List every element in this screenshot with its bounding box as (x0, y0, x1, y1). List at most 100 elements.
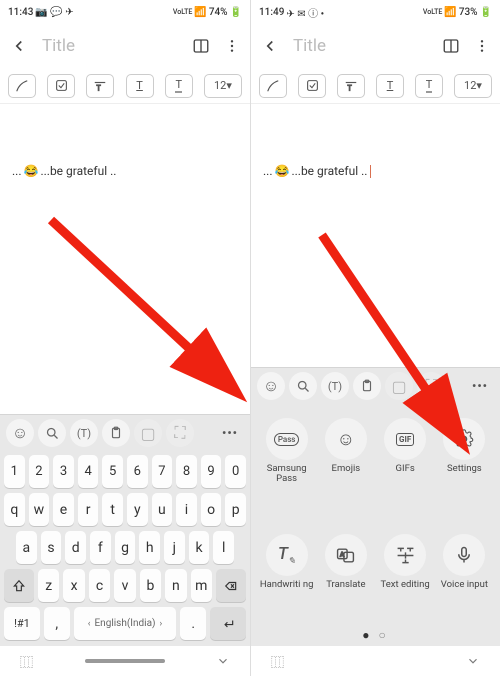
shift-key[interactable] (4, 569, 34, 602)
home-handle[interactable] (85, 659, 165, 663)
key-g[interactable]: g (115, 531, 136, 564)
note-body[interactable]: ... 😂 ...be grateful .. (251, 104, 500, 367)
key-m[interactable]: m (191, 569, 212, 602)
key-7[interactable]: 7 (152, 455, 173, 488)
key-l[interactable]: l (213, 531, 234, 564)
keyboard-more-icon[interactable]: ••• (216, 419, 244, 447)
more-icon[interactable] (474, 38, 490, 54)
space-key[interactable]: ‹ English(India) › (74, 607, 177, 640)
comma-key[interactable]: , (44, 607, 70, 640)
checkbox-button[interactable] (47, 74, 75, 98)
back-icon[interactable] (10, 37, 28, 55)
keyboard-options: PassSamsung Pass☺EmojisGIFGIFsSettings T✎… (251, 404, 500, 646)
key-v[interactable]: v (114, 569, 135, 602)
key-6[interactable]: 6 (127, 455, 148, 488)
key-e[interactable]: e (53, 493, 74, 526)
title-input[interactable]: Title (42, 36, 178, 56)
textcolor-button[interactable]: T (415, 74, 443, 98)
keyboard-panel: ☺ (T) ▢ ⛶ ••• PassSamsung Pass☺EmojisGIF… (251, 367, 500, 646)
key-c[interactable]: c (89, 569, 110, 602)
key-r[interactable]: r (78, 493, 99, 526)
svg-text:T: T (97, 84, 102, 91)
key-w[interactable]: w (29, 493, 50, 526)
key-3[interactable]: 3 (53, 455, 74, 488)
option-gifs[interactable]: GIFGIFs (378, 418, 433, 518)
option-settings[interactable]: Settings (437, 418, 492, 518)
key-8[interactable]: 8 (176, 455, 197, 488)
textcolor-button[interactable]: T (165, 74, 193, 98)
search-kbd-icon[interactable] (289, 372, 317, 400)
key-q[interactable]: q (4, 493, 25, 526)
option-translate[interactable]: ATranslate (318, 534, 373, 624)
reader-icon[interactable] (192, 37, 210, 55)
key-f[interactable]: f (90, 531, 111, 564)
key-5[interactable]: 5 (102, 455, 123, 488)
key-i[interactable]: i (176, 493, 197, 526)
key-9[interactable]: 9 (201, 455, 222, 488)
option-handwriti-ng[interactable]: T✎Handwriti ng (259, 534, 314, 624)
emoji-kbd-icon[interactable]: ☺ (6, 419, 34, 447)
clipboard-kbd-icon[interactable] (102, 419, 130, 447)
key-h[interactable]: h (139, 531, 160, 564)
clipboard-kbd-icon[interactable] (353, 372, 381, 400)
key-0[interactable]: 0 (225, 455, 246, 488)
keyboard-collapse-icon[interactable] (466, 654, 480, 668)
key-z[interactable]: z (38, 569, 59, 602)
key-x[interactable]: x (63, 569, 84, 602)
format-toolbar: T T T 12▾ (0, 68, 250, 104)
option-label: Text editing (381, 580, 430, 590)
phone-right: 11:49 ✈ ✉ ⓘ • VoLTE 📶 73% 🔋 Title T T T … (250, 0, 500, 676)
key-d[interactable]: d (65, 531, 86, 564)
page-dots[interactable]: ● ○ (259, 628, 492, 642)
textscan-kbd-icon[interactable]: (T) (70, 419, 98, 447)
reader-icon[interactable] (442, 37, 460, 55)
option-emojis[interactable]: ☺Emojis (318, 418, 373, 518)
textstyle-button[interactable]: T (86, 74, 114, 98)
keyboard-more-icon[interactable]: ••• (466, 372, 494, 400)
pen-button[interactable] (259, 74, 287, 98)
option-label: Voice input (441, 580, 488, 590)
key-b[interactable]: b (140, 569, 161, 602)
key-1[interactable]: 1 (4, 455, 25, 488)
key-s[interactable]: s (41, 531, 62, 564)
key-4[interactable]: 4 (78, 455, 99, 488)
key-t[interactable]: t (102, 493, 123, 526)
option-samsung-pass[interactable]: PassSamsung Pass (259, 418, 314, 518)
symbols-key[interactable]: !#1 (4, 607, 40, 640)
key-j[interactable]: j (164, 531, 185, 564)
mic-icon (443, 534, 485, 576)
pen-button[interactable] (8, 74, 36, 98)
enter-key[interactable] (210, 607, 246, 640)
title-input[interactable]: Title (293, 36, 428, 56)
key-o[interactable]: o (201, 493, 222, 526)
key-p[interactable]: p (225, 493, 246, 526)
more-icon[interactable] (224, 38, 240, 54)
emoji-kbd-icon[interactable]: ☺ (257, 372, 285, 400)
underline-button[interactable]: T (376, 74, 404, 98)
key-n[interactable]: n (165, 569, 186, 602)
key-a[interactable]: a (16, 531, 37, 564)
back-icon[interactable] (261, 37, 279, 55)
period-key[interactable]: . (180, 607, 206, 640)
option-text-editing[interactable]: Text editing (378, 534, 433, 624)
underline-button[interactable]: T (126, 74, 154, 98)
checkbox-button[interactable] (298, 74, 326, 98)
option-voice-input[interactable]: Voice input (437, 534, 492, 624)
key-y[interactable]: y (127, 493, 148, 526)
textstyle-button[interactable]: T (337, 74, 365, 98)
backspace-key[interactable] (216, 569, 246, 602)
phone-left: 11:43 📷 💬 ✈ VoLTE 📶 74% 🔋 Title T T T 12… (0, 0, 250, 676)
textscan-kbd-icon[interactable]: (T) (321, 372, 349, 400)
fontsize-button[interactable]: 12▾ (204, 74, 242, 98)
note-body[interactable]: ... 😂 ...be grateful .. (0, 104, 250, 414)
key-2[interactable]: 2 (29, 455, 50, 488)
fontsize-button[interactable]: 12▾ (454, 74, 492, 98)
status-time: 11:43 (8, 7, 33, 18)
keyboard-switch-icon[interactable]: ⿲ (271, 652, 284, 671)
search-kbd-icon[interactable] (38, 419, 66, 447)
keyboard-switch-icon[interactable]: ⿲ (20, 652, 33, 671)
key-k[interactable]: k (189, 531, 210, 564)
keyboard-collapse-icon[interactable] (216, 654, 230, 668)
key-u[interactable]: u (152, 493, 173, 526)
text-cursor (370, 165, 371, 178)
